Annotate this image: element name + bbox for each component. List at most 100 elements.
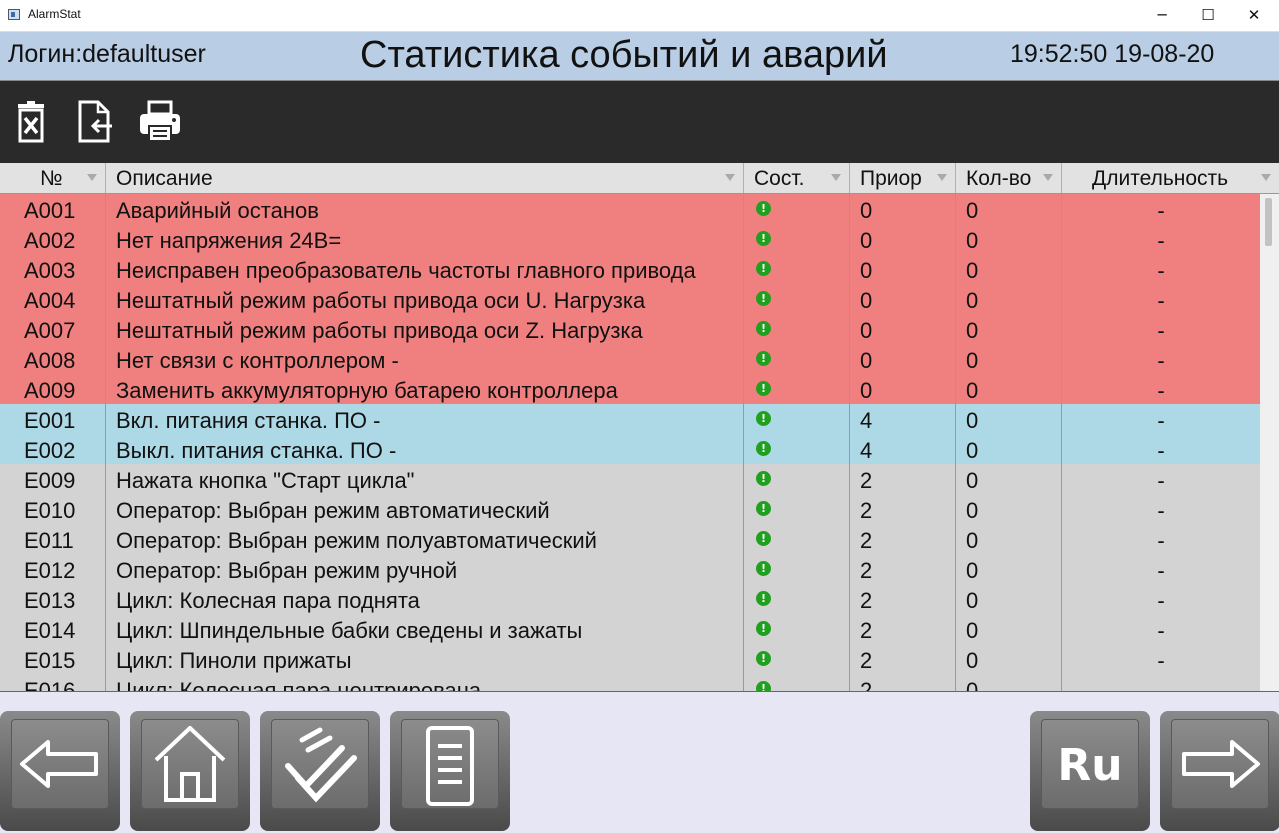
- column-header-number[interactable]: №: [0, 163, 106, 193]
- table-row[interactable]: E001 Вкл. питания станка. ПО -! 4 0 -: [0, 404, 1260, 434]
- event-id: A004: [0, 284, 106, 314]
- alert-circle-icon: !: [756, 201, 771, 216]
- bottom-navigation: Ru: [0, 692, 1279, 833]
- minimize-button[interactable]: ─: [1139, 0, 1185, 31]
- event-duration: -: [1157, 558, 1165, 583]
- table-row[interactable]: E009 Нажата кнопка "Старт цикла"! 2 0 -: [0, 464, 1260, 494]
- table-row[interactable]: E014 Цикл: Шпиндельные бабки сведены и за…: [0, 614, 1260, 644]
- alert-circle-icon: !: [756, 651, 771, 666]
- event-description: Цикл: Шпиндельные бабки сведены и зажаты: [106, 614, 744, 644]
- back-button[interactable]: [0, 711, 120, 831]
- event-state: !: [744, 404, 850, 434]
- alert-circle-icon: !: [756, 561, 771, 576]
- event-state: !: [744, 614, 850, 644]
- event-id: A009: [0, 374, 106, 404]
- print-button[interactable]: [138, 99, 182, 145]
- table-row[interactable]: E010 Оператор: Выбран режим автоматически…: [0, 494, 1260, 524]
- filter-icon[interactable]: [831, 174, 841, 181]
- filter-icon[interactable]: [725, 174, 735, 181]
- table-row[interactable]: E012 Оператор: Выбран режим ручной! 2 0 -: [0, 554, 1260, 584]
- alert-circle-icon: !: [756, 681, 771, 691]
- language-button[interactable]: Ru: [1030, 711, 1150, 831]
- table-row[interactable]: A001 Аварийный останов! 0 0 -: [0, 194, 1260, 224]
- home-icon: [154, 726, 226, 802]
- event-description: Заменить аккумуляторную батарею контролл…: [106, 374, 744, 404]
- event-count: 0: [956, 614, 1062, 644]
- event-priority: 2: [850, 494, 956, 524]
- printer-icon: [140, 100, 180, 142]
- event-count: 0: [956, 674, 1062, 691]
- event-priority: 4: [850, 404, 956, 434]
- column-label: Приор: [860, 167, 922, 190]
- button-face: [141, 719, 239, 809]
- button-face: [1171, 719, 1269, 809]
- table-row[interactable]: E011 Оператор: Выбран режим полуавтоматич…: [0, 524, 1260, 554]
- event-id: E010: [0, 494, 106, 524]
- event-state: !: [744, 314, 850, 344]
- filter-icon[interactable]: [1043, 174, 1053, 181]
- vertical-scrollbar[interactable]: [1260, 194, 1279, 691]
- window-titlebar: AlarmStat ─ ☐ ✕: [0, 0, 1279, 32]
- checklist-icon: [285, 727, 357, 803]
- event-priority: 0: [850, 284, 956, 314]
- toolbar: [0, 81, 1279, 163]
- button-face: [271, 719, 369, 809]
- event-count: 0: [956, 254, 1062, 284]
- close-button[interactable]: ✕: [1231, 0, 1277, 31]
- event-state: !: [744, 344, 850, 374]
- event-count: 0: [956, 464, 1062, 494]
- maximize-button[interactable]: ☐: [1185, 0, 1231, 31]
- button-face: [11, 719, 109, 809]
- column-header-count[interactable]: Кол-во: [956, 163, 1062, 193]
- event-duration: -: [1157, 408, 1165, 433]
- event-duration: -: [1157, 648, 1165, 673]
- alert-circle-icon: !: [756, 591, 771, 606]
- event-count: 0: [956, 284, 1062, 314]
- table-row[interactable]: A002 Нет напряжения 24В=! 0 0 -: [0, 224, 1260, 254]
- event-description: Нет связи с контроллером -: [106, 344, 744, 374]
- event-state: !: [744, 434, 850, 464]
- table-row[interactable]: A003 Неисправен преобразователь частоты г…: [0, 254, 1260, 284]
- alert-circle-icon: !: [756, 441, 771, 456]
- export-button[interactable]: [74, 99, 118, 145]
- table-row[interactable]: E013 Цикл: Колесная пара поднята! 2 0 -: [0, 584, 1260, 614]
- table-row[interactable]: E016 Цикл: Колесная пара центрирована! 2 0: [0, 674, 1260, 691]
- filter-icon[interactable]: [1261, 174, 1271, 181]
- event-description: Цикл: Колесная пара поднята: [106, 584, 744, 614]
- column-header-description[interactable]: Описание: [106, 163, 744, 193]
- event-state: !: [744, 644, 850, 674]
- event-priority: 2: [850, 554, 956, 584]
- login-label: Логин:defaultuser: [8, 40, 206, 68]
- filter-icon[interactable]: [937, 174, 947, 181]
- event-id: A008: [0, 344, 106, 374]
- alert-circle-icon: !: [756, 381, 771, 396]
- column-header-state[interactable]: Сост.: [744, 163, 850, 193]
- acknowledge-button[interactable]: [260, 711, 380, 831]
- table-row[interactable]: E015 Цикл: Пиноли прижаты! 2 0 -: [0, 644, 1260, 674]
- table-row[interactable]: A004 Нештатный режим работы привода оси U…: [0, 284, 1260, 314]
- events-table: № Описание Сост. Приор Кол-во Длительнос…: [0, 163, 1279, 692]
- event-priority: 4: [850, 434, 956, 464]
- event-description: Вкл. питания станка. ПО -: [106, 404, 744, 434]
- clear-button[interactable]: [12, 99, 56, 145]
- table-row[interactable]: E002 Выкл. питания станка. ПО -! 4 0 -: [0, 434, 1260, 464]
- report-button[interactable]: [390, 711, 510, 831]
- event-priority: 0: [850, 314, 956, 344]
- scrollbar-thumb[interactable]: [1265, 198, 1272, 246]
- column-header-priority[interactable]: Приор: [850, 163, 956, 193]
- event-count: 0: [956, 524, 1062, 554]
- event-count: 0: [956, 194, 1062, 224]
- event-description: Выкл. питания станка. ПО -: [106, 434, 744, 464]
- app-icon: [8, 9, 20, 20]
- column-label: Описание: [116, 167, 213, 190]
- home-button[interactable]: [130, 711, 250, 831]
- filter-icon[interactable]: [87, 174, 97, 181]
- event-duration: -: [1157, 498, 1165, 523]
- column-header-duration[interactable]: Длительность: [1062, 163, 1279, 193]
- table-row[interactable]: A007 Нештатный режим работы привода оси Z…: [0, 314, 1260, 344]
- event-count: 0: [956, 554, 1062, 584]
- table-row[interactable]: A009 Заменить аккумуляторную батарею конт…: [0, 374, 1260, 404]
- forward-button[interactable]: [1160, 711, 1279, 831]
- event-id: A001: [0, 194, 106, 224]
- table-row[interactable]: A008 Нет связи с контроллером -! 0 0 -: [0, 344, 1260, 374]
